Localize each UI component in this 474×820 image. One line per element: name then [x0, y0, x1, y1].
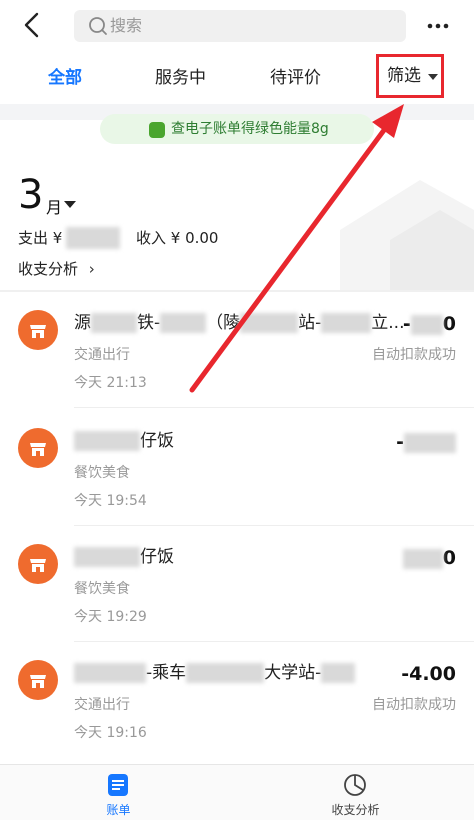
filter-label: 筛选 [387, 66, 421, 86]
record-category: 餐饮美食 [74, 581, 130, 597]
nav-bill[interactable]: 账单 [0, 765, 237, 820]
record-amount: - [396, 430, 456, 454]
record-title: 源铁- （陵 站- 立... [74, 313, 405, 333]
caret-down-icon [428, 74, 438, 80]
bill-record[interactable]: -乘车 大学站- -4.00 交通出行 自动扣款成功 今天 19:16 [0, 642, 474, 758]
record-amount: -0 [402, 313, 456, 335]
bill-record[interactable]: 仔饭 - 餐饮美食 今天 19:54 [0, 410, 474, 526]
record-category: 交通出行 [74, 347, 130, 363]
tab-in-service[interactable]: 服务中 [155, 66, 206, 90]
shop-icon [18, 660, 58, 700]
bottom-nav: 账单 收支分析 [0, 764, 474, 820]
record-title: 仔饭 [74, 546, 174, 568]
month-unit[interactable]: 月 [46, 194, 62, 218]
bill-icon [108, 774, 128, 796]
record-time: 今天 19:54 [74, 493, 147, 509]
more-icon[interactable] [426, 14, 450, 38]
month-caret-down-icon[interactable] [64, 201, 76, 208]
leaf-icon [149, 122, 165, 138]
analysis-label: 收支分析 [18, 260, 79, 278]
record-amount: -4.00 [401, 663, 456, 685]
record-title: -乘车 大学站- [74, 662, 356, 684]
income-label: 收入 ¥ 0.00 [136, 229, 219, 247]
nav-bill-label: 账单 [106, 803, 131, 817]
search-placeholder: 搜索 [110, 16, 143, 35]
bill-record[interactable]: 源铁- （陵 站- 立... -0 交通出行 自动扣款成功 今天 21:13 [0, 292, 474, 408]
tab-all[interactable]: 全部 [48, 66, 82, 90]
record-status: 自动扣款成功 [372, 697, 456, 713]
bill-record[interactable]: 仔饭 0 餐饮美食 今天 19:29 [0, 526, 474, 642]
record-status: 自动扣款成功 [372, 347, 456, 363]
nav-analysis[interactable]: 收支分析 [237, 765, 474, 820]
record-time: 今天 19:16 [74, 725, 147, 741]
income-expense-analysis-link[interactable]: 收支分析 › [18, 259, 95, 279]
tab-to-review[interactable]: 待评价 [270, 66, 321, 90]
expense-label: 支出 ¥ [18, 229, 63, 247]
chevron-right-icon: › [88, 260, 95, 278]
chart-icon [344, 774, 366, 796]
back-icon[interactable] [18, 10, 48, 40]
record-time: 今天 19:29 [74, 609, 147, 625]
green-energy-banner[interactable]: 查电子账单得绿色能量8g [100, 114, 374, 144]
header-bar: 搜索 [0, 0, 474, 52]
search-icon [89, 17, 107, 35]
search-input[interactable]: 搜索 [74, 10, 406, 42]
month-number[interactable]: 3 [18, 172, 43, 218]
shop-icon [18, 544, 58, 584]
nav-analysis-label: 收支分析 [331, 803, 380, 817]
filter-button[interactable]: 筛选 [376, 54, 444, 98]
record-time: 今天 21:13 [74, 375, 147, 391]
background-decoration [340, 180, 474, 290]
record-amount: 0 [402, 546, 456, 570]
record-category: 餐饮美食 [74, 465, 130, 481]
row-divider [74, 407, 474, 408]
expense-value-masked [66, 227, 120, 249]
banner-text: 查电子账单得绿色能量8g [171, 121, 329, 137]
record-title: 仔饭 [74, 430, 174, 452]
shop-icon [18, 310, 58, 350]
shop-icon [18, 428, 58, 468]
record-category: 交通出行 [74, 697, 130, 713]
